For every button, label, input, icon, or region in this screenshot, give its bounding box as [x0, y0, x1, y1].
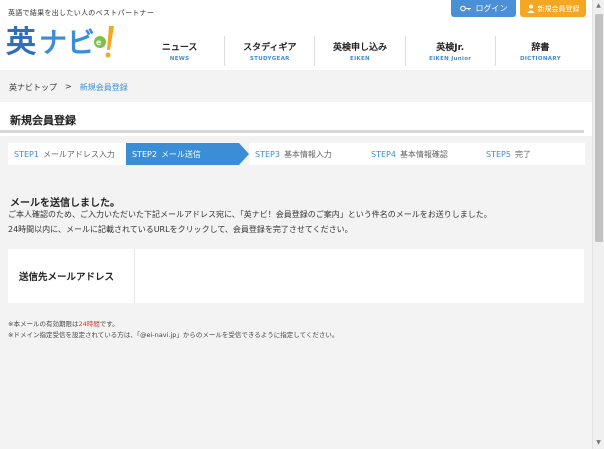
- message-heading: メールを送信しました。: [10, 198, 120, 209]
- site-header: 英語で結果を出したい人のベストパートナー 英 ナビ e ログイン 新規会員登録: [0, 0, 592, 70]
- scroll-down-arrow-icon[interactable]: ▼: [593, 437, 604, 449]
- note-expiry-suffix: です。: [99, 320, 119, 328]
- step-label: 基本情報入力: [283, 149, 332, 159]
- page-title: 新規会員登録: [10, 114, 76, 127]
- step-4: STEP4 基本情報確認: [365, 143, 480, 165]
- nav-item-label: 辞書: [531, 43, 550, 53]
- nav-item-label: スタディギア: [243, 43, 297, 53]
- breadcrumb-home-link[interactable]: 英ナビトップ: [9, 82, 57, 93]
- svg-text:ナビ: ナビ: [39, 26, 95, 59]
- page: 英語で結果を出したい人のベストパートナー 英 ナビ e ログイン 新規会員登録: [0, 0, 592, 449]
- note-expiry-prefix: ※本メールの有効期限は: [8, 320, 79, 328]
- step-1: STEP1 メールアドレス入力: [8, 143, 126, 165]
- breadcrumb-separator: >: [65, 82, 72, 91]
- step-number: STEP3: [255, 149, 280, 159]
- scroll-up-arrow-icon[interactable]: ▲: [593, 0, 604, 12]
- vertical-scrollbar[interactable]: ▲ ▼: [592, 0, 604, 449]
- step-5: STEP5 完了: [480, 143, 585, 165]
- nav-item-sublabel: NEWS: [169, 56, 190, 62]
- step-label: 完了: [514, 149, 531, 159]
- nav-item-label: 英検Jr.: [436, 43, 465, 53]
- breadcrumb-current: 新規会員登録: [79, 83, 128, 92]
- register-button[interactable]: 新規会員登録: [520, 0, 586, 17]
- nav-item-news[interactable]: ニュース NEWS: [135, 36, 224, 66]
- scroll-thumb[interactable]: [595, 14, 603, 242]
- note-expiry-highlight: 24時間: [78, 320, 100, 328]
- nav-item-label: ニュース: [161, 43, 198, 53]
- login-label: ログイン: [475, 4, 508, 13]
- step-progress: STEP1 メールアドレス入力 STEP2 メール送信 STEP3 基本情報入力…: [8, 143, 585, 165]
- svg-text:英: 英: [6, 25, 37, 60]
- register-label: 新規会員登録: [537, 4, 580, 13]
- nav-item-sublabel: STUDYGEAR: [249, 56, 290, 62]
- step-number: STEP1: [14, 149, 39, 159]
- notes: ※本メールの有効期限は24時間です。 ※ドメイン指定受信を設定されている方は、「…: [8, 319, 338, 341]
- main-nav: ニュース NEWS スタディギア STUDYGEAR 英検申し込み EIKEN …: [135, 36, 585, 66]
- message-body-line-1: ご本人確認のため、ご入力いただいた下記メールアドレス宛に、「英ナビ！会員登録のご…: [8, 210, 492, 219]
- nav-item-eiken-junior[interactable]: 英検Jr. EIKEN Junior: [404, 36, 495, 66]
- step-label: 基本情報確認: [399, 149, 448, 159]
- note-domain: ※ドメイン指定受信を設定されている方は、「@ei-navi.jp」からのメールを…: [8, 331, 339, 339]
- note-expiry: ※本メールの有効期限は24時間です。: [8, 319, 338, 330]
- email-label: 送信先メールアドレス: [8, 249, 135, 303]
- nav-item-sublabel: EIKEN Junior: [429, 56, 472, 62]
- email-table: 送信先メールアドレス: [8, 249, 584, 303]
- title-underline: [0, 130, 584, 133]
- email-value: [135, 249, 584, 303]
- active-step-arrow: [239, 143, 249, 165]
- key-icon: [459, 5, 471, 12]
- step-number: STEP5: [486, 149, 511, 159]
- step-2-active: STEP2 メール送信: [126, 143, 239, 165]
- step-3: STEP3 基本情報入力: [249, 143, 365, 165]
- step-label: メール送信: [160, 149, 201, 159]
- nav-item-label: 英検申し込み: [333, 43, 388, 53]
- step-number: STEP4: [371, 149, 396, 159]
- message-body-line-2: 24時間以内に、メールに記載されているURLをクリックして、会員登録を完了させて…: [8, 225, 353, 234]
- nav-item-sublabel: EIKEN: [350, 56, 370, 62]
- nav-item-studygear[interactable]: スタディギア STUDYGEAR: [224, 36, 314, 66]
- user-icon: [527, 4, 534, 13]
- site-tagline: 英語で結果を出したい人のベストパートナー: [8, 9, 155, 17]
- nav-item-sublabel: DICTIONARY: [519, 56, 561, 62]
- nav-item-eiken[interactable]: 英検申し込み EIKEN: [314, 36, 404, 66]
- step-number: STEP2: [132, 149, 157, 159]
- site-logo[interactable]: 英 ナビ e: [6, 20, 126, 60]
- nav-item-dictionary[interactable]: 辞書 DICTIONARY: [494, 36, 585, 66]
- breadcrumb: 英ナビトップ > 新規会員登録: [9, 82, 128, 93]
- step-label: メールアドレス入力: [42, 149, 115, 159]
- login-button[interactable]: ログイン: [451, 0, 516, 17]
- svg-text:e: e: [96, 38, 102, 47]
